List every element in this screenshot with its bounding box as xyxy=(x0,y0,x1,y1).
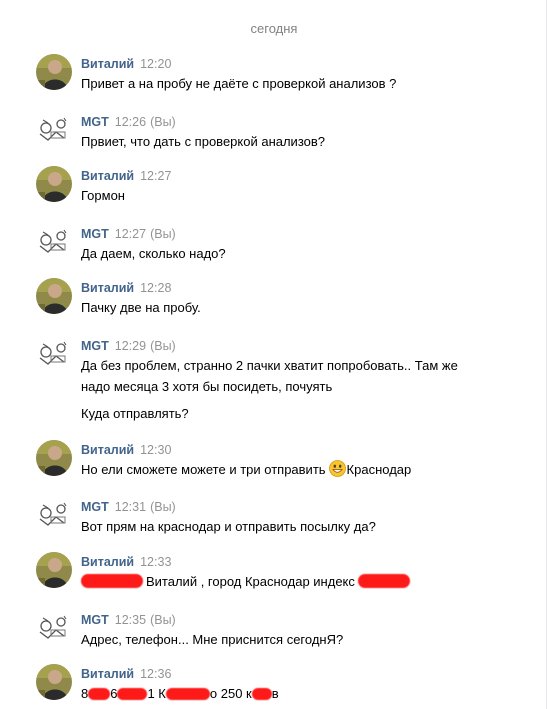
message-meta: MGT 12:35 (Вы) xyxy=(81,612,501,628)
message-text: Привет а на пробу не даёте с проверкой а… xyxy=(81,76,397,91)
message-text: 861 Ко 250 кв xyxy=(81,686,279,701)
redaction-mark xyxy=(251,688,272,700)
message-meta: Виталий 12:33 xyxy=(81,554,501,570)
message-text: Гормон xyxy=(81,188,125,203)
you-marker: (Вы) xyxy=(150,115,176,129)
redaction-mark xyxy=(117,688,148,700)
message-line: Куда отправлять? xyxy=(81,406,189,421)
you-marker: (Вы) xyxy=(150,339,176,353)
author-name[interactable]: Виталий xyxy=(81,667,134,681)
date-separator: сегодня xyxy=(250,21,298,36)
author-name[interactable]: Виталий xyxy=(81,169,134,183)
author-name[interactable]: Виталий xyxy=(81,57,134,71)
you-marker: (Вы) xyxy=(150,227,176,241)
grinning-face-icon xyxy=(328,460,346,477)
author-name[interactable]: MGT xyxy=(81,339,109,353)
message-text: Пачку две на пробу. xyxy=(81,300,201,315)
message-meta: Виталий 12:28 xyxy=(81,280,501,296)
redaction-mark xyxy=(88,688,111,700)
message-meta: MGT 12:29 (Вы) xyxy=(81,338,501,354)
message-text: Да без проблем, странно 2 пачки хватит п… xyxy=(81,355,501,424)
author-name[interactable]: Виталий xyxy=(81,555,134,569)
message-time: 12:31 xyxy=(114,500,147,514)
message-time: 12:27 xyxy=(140,169,172,183)
user-avatar-icon[interactable] xyxy=(36,664,72,700)
message-time: 12:30 xyxy=(140,443,172,457)
message-meta: MGT 12:27 (Вы) xyxy=(81,226,501,242)
message-time: 12:28 xyxy=(140,281,172,295)
message-meta: MGT 12:31 (Вы) xyxy=(81,499,501,515)
message-text: Адрес, телефон... Мне приснится сегоднЯ? xyxy=(81,632,344,647)
author-name[interactable]: MGT xyxy=(81,613,109,627)
message-time: 12:20 xyxy=(140,57,172,71)
message-text: Виталий , город Краснодар индекс xyxy=(81,571,501,592)
message-text: Да даем, сколько надо? xyxy=(81,246,226,261)
author-name[interactable]: Виталий xyxy=(81,281,134,295)
mgt-logo-icon[interactable] xyxy=(36,497,72,533)
message-line: Да без проблем, странно 2 пачки хватит п… xyxy=(81,358,458,373)
author-name[interactable]: MGT xyxy=(81,500,109,514)
mgt-logo-icon[interactable] xyxy=(36,112,72,148)
redaction-mark xyxy=(81,574,143,588)
message-meta: Виталий 12:27 xyxy=(81,168,501,184)
author-name[interactable]: MGT xyxy=(81,115,109,129)
you-marker: (Вы) xyxy=(150,613,176,627)
redaction-mark xyxy=(165,688,210,700)
message-line: надо месяца 3 хотя бы посидеть, почуять xyxy=(81,379,333,394)
author-name[interactable]: MGT xyxy=(81,227,109,241)
message-text: Првиет, что дать с проверкой анализов? xyxy=(81,134,326,149)
message-text: Вот прям на краснодар и отправить посылк… xyxy=(81,519,376,534)
message-time: 12:27 xyxy=(114,227,147,241)
message-meta: Виталий 12:30 xyxy=(81,442,501,458)
mgt-logo-icon[interactable] xyxy=(36,336,72,372)
mgt-logo-icon[interactable] xyxy=(36,224,72,260)
redaction-mark xyxy=(357,574,410,588)
user-avatar-icon[interactable] xyxy=(36,552,72,588)
user-avatar-icon[interactable] xyxy=(36,166,72,202)
you-marker: (Вы) xyxy=(150,500,176,514)
message-time: 12:33 xyxy=(140,555,172,569)
mgt-logo-icon[interactable] xyxy=(36,610,72,646)
message-time: 12:35 xyxy=(114,613,147,627)
message-meta: Виталий 12:36 xyxy=(81,666,501,682)
user-avatar-icon[interactable] xyxy=(36,440,72,476)
user-avatar-icon[interactable] xyxy=(36,278,72,314)
message-time: 12:29 xyxy=(114,339,147,353)
user-avatar-icon[interactable] xyxy=(36,54,72,90)
message-time: 12:36 xyxy=(140,667,172,681)
message-meta: Виталий 12:20 xyxy=(81,56,501,72)
message-text: Но ели сможете можете и три отправить Кра… xyxy=(81,460,412,477)
message-time: 12:26 xyxy=(114,115,147,129)
author-name[interactable]: Виталий xyxy=(81,443,134,457)
message-meta: MGT 12:26 (Вы) xyxy=(81,114,501,130)
